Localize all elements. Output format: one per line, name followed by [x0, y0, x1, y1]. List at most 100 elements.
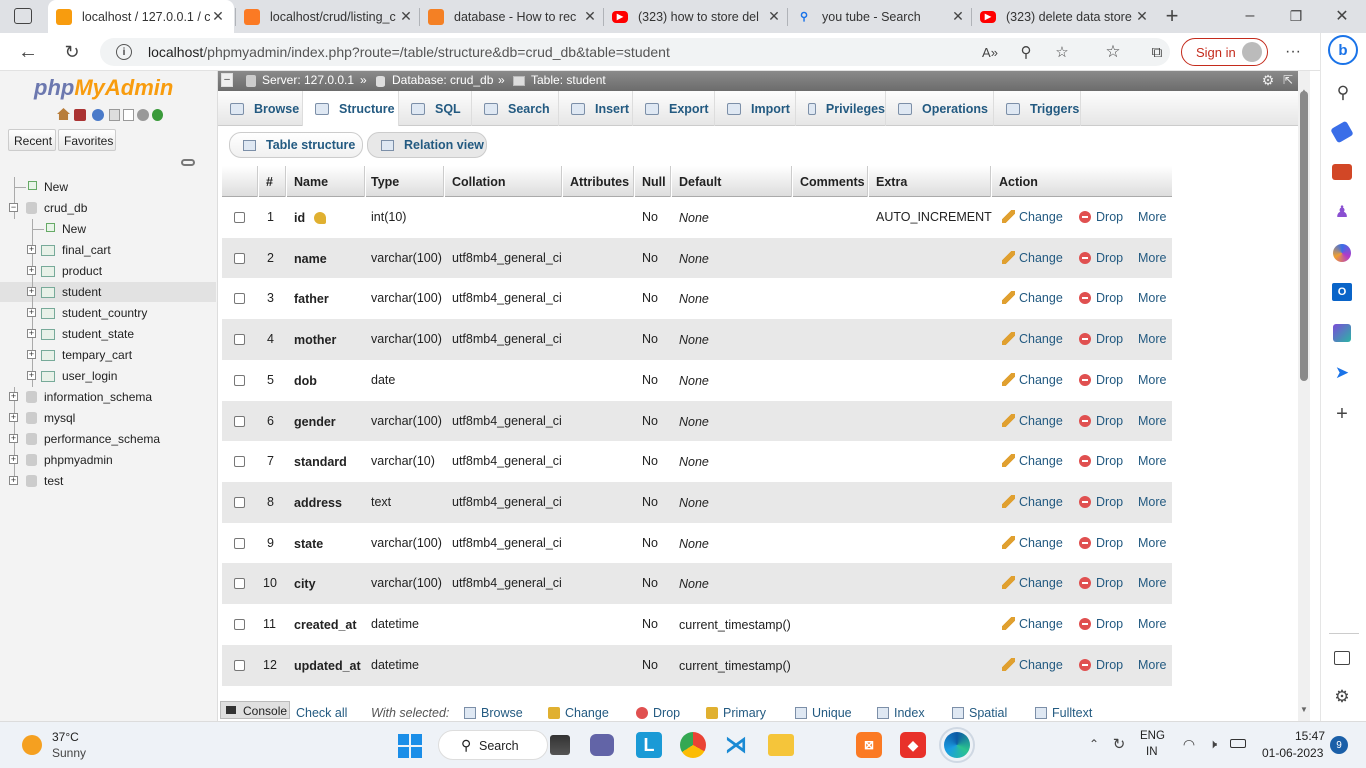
more-dropdown[interactable]: More — [1138, 495, 1166, 509]
browser-tab[interactable]: localhost/crud/listing_c ✕ — [236, 0, 422, 33]
change-button[interactable]: Change — [1002, 454, 1063, 468]
console-tab[interactable]: Console — [220, 701, 290, 719]
close-tab-icon[interactable]: ✕ — [950, 8, 966, 25]
drop-button[interactable]: Drop — [1079, 576, 1123, 590]
read-aloud-icon[interactable]: A» — [980, 43, 1000, 61]
browser-tab[interactable]: ▶ (323) delete data store ✕ — [972, 0, 1158, 33]
column-header[interactable]: Type — [371, 175, 399, 189]
menu-operations[interactable]: Operations — [886, 91, 994, 126]
tree-item-crud-db[interactable]: − crud_db — [0, 198, 216, 219]
reload-nav-icon[interactable] — [152, 109, 163, 121]
expand-icon[interactable]: + — [27, 371, 36, 380]
scroll-down-arrow[interactable]: ▼ — [1300, 705, 1308, 714]
collapse-icon[interactable]: − — [9, 203, 18, 212]
l-app-icon[interactable]: L — [636, 732, 662, 758]
page-settings-icon[interactable]: ⚙ — [1260, 72, 1276, 88]
row-checkbox[interactable] — [234, 496, 245, 508]
close-tab-icon[interactable]: ✕ — [582, 8, 598, 25]
more-dropdown[interactable]: More — [1138, 291, 1166, 305]
vscode-icon[interactable]: ⋊ — [723, 732, 749, 758]
menu-insert[interactable]: Insert — [559, 91, 633, 126]
zoom-icon[interactable]: ⚲ — [1016, 43, 1036, 61]
tree-item-performance-schema[interactable]: + performance_schema — [0, 429, 216, 450]
info-icon[interactable]: i — [116, 44, 132, 60]
relation-view-tab[interactable]: Relation view — [367, 132, 487, 158]
close-tab-icon[interactable]: ✕ — [1134, 8, 1150, 25]
column-header[interactable]: Collation — [452, 175, 505, 189]
bulk-browse-button[interactable]: Browse — [464, 706, 523, 720]
onedrive-sync-icon[interactable]: ↻ — [1110, 735, 1128, 753]
menu-search[interactable]: Search — [472, 91, 559, 126]
designer-icon[interactable] — [1333, 324, 1351, 342]
settings-more-icon[interactable]: ··· — [1282, 41, 1304, 63]
menu-export[interactable]: Export — [633, 91, 715, 126]
tree-item-mysql[interactable]: + mysql — [0, 408, 216, 429]
tree-item-tempary-cart[interactable]: + tempary_cart — [0, 345, 216, 366]
expand-icon[interactable]: + — [9, 476, 18, 485]
tree-item-student-country[interactable]: + student_country — [0, 303, 216, 324]
anydesk-icon[interactable]: ◆ — [900, 732, 926, 758]
outlook-icon[interactable]: O — [1332, 283, 1352, 301]
main-vertical-scrollbar[interactable]: ▲ ▼ — [1298, 71, 1310, 721]
expand-icon[interactable]: + — [27, 329, 36, 338]
tree-item-final-cart[interactable]: + final_cart — [0, 240, 216, 261]
drop-button[interactable]: Drop — [1079, 332, 1123, 346]
link-with-main-icon[interactable] — [181, 159, 195, 166]
browser-tab[interactable]: localhost / 127.0.0.1 / c ✕ — [48, 0, 234, 33]
row-checkbox[interactable] — [234, 415, 245, 427]
sidebar-settings-icon[interactable]: ⚙ — [1332, 687, 1352, 707]
menu-sql[interactable]: SQL — [399, 91, 472, 126]
row-checkbox[interactable] — [234, 374, 245, 386]
collections-icon[interactable]: ⧉ — [1146, 41, 1168, 63]
file-explorer-icon[interactable] — [768, 734, 794, 756]
recent-tab[interactable]: Recent — [8, 129, 56, 151]
row-checkbox[interactable] — [234, 578, 245, 590]
notification-badge[interactable]: 9 — [1330, 736, 1348, 754]
expand-icon[interactable]: + — [9, 455, 18, 464]
tools-briefcase-icon[interactable] — [1332, 164, 1352, 180]
more-dropdown[interactable]: More — [1138, 373, 1166, 387]
close-window-button[interactable]: ✕ — [1330, 4, 1354, 28]
battery-icon[interactable] — [1230, 739, 1246, 748]
bulk-spatial-button[interactable]: Spatial — [952, 706, 1007, 720]
collapse-nav-icon[interactable]: – — [221, 73, 233, 87]
change-button[interactable]: Change — [1002, 535, 1063, 550]
phpmyadmin-logo[interactable]: phpMyAdmin — [34, 75, 173, 101]
tree-item-New[interactable]: New — [0, 177, 216, 198]
drop-button[interactable]: Drop — [1079, 251, 1123, 265]
tab-actions-icon[interactable] — [14, 8, 32, 24]
breadcrumb-server[interactable]: Server: 127.0.0.1 — [262, 73, 354, 87]
drop-button[interactable]: Drop — [1079, 454, 1123, 468]
change-button[interactable]: Change — [1002, 617, 1063, 631]
tree-item-product[interactable]: + product — [0, 261, 216, 282]
bulk-index-button[interactable]: Index — [877, 706, 925, 720]
hide-sidebar-icon[interactable] — [1334, 651, 1350, 665]
bulk-fulltext-button[interactable]: Fulltext — [1035, 706, 1092, 720]
games-icon[interactable]: ♟ — [1332, 202, 1352, 222]
tree-item-phpmyadmin[interactable]: + phpmyadmin — [0, 450, 216, 471]
menu-privileges[interactable]: Privileges — [796, 91, 886, 126]
more-dropdown[interactable]: More — [1138, 332, 1166, 346]
check-all-link[interactable]: Check all — [296, 706, 347, 720]
expand-icon[interactable]: + — [9, 392, 18, 401]
breadcrumb-table[interactable]: Table: student — [531, 73, 606, 87]
shopping-tag-icon[interactable] — [1330, 120, 1354, 144]
drop-button[interactable]: Drop — [1079, 617, 1123, 631]
expand-icon[interactable]: + — [9, 413, 18, 422]
browser-tab[interactable]: database - How to rec ✕ — [420, 0, 606, 33]
wifi-icon[interactable]: ◠ — [1180, 735, 1198, 753]
column-header[interactable]: Null — [642, 175, 666, 189]
chrome-icon[interactable] — [680, 732, 706, 758]
row-checkbox[interactable] — [234, 659, 245, 671]
settings-gear-icon[interactable] — [137, 109, 149, 121]
close-tab-icon[interactable]: ✕ — [398, 8, 414, 25]
docs-icon[interactable] — [109, 109, 120, 121]
expand-icon[interactable]: + — [27, 245, 36, 254]
minimize-button[interactable]: – — [1238, 4, 1262, 28]
drop-send-icon[interactable]: ➤ — [1332, 363, 1352, 382]
row-checkbox[interactable] — [234, 619, 245, 630]
column-header[interactable]: Name — [294, 175, 328, 189]
xampp-icon[interactable]: ⊠ — [856, 732, 882, 758]
menu-browse[interactable]: Browse — [218, 91, 303, 126]
weather-widget[interactable]: 37°C Sunny — [18, 728, 138, 762]
